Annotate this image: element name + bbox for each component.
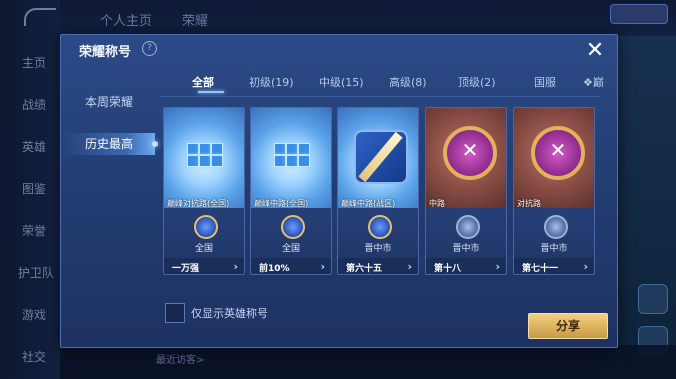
- title-card[interactable]: 中路 晋中市 第十八 ›: [425, 107, 507, 275]
- filter-tab-senior[interactable]: 高级(8): [389, 74, 427, 90]
- card-rank-bar: 一万强 ›: [164, 258, 244, 274]
- diamond-icon: ❖: [583, 76, 593, 89]
- dialog-title: 荣耀称号: [79, 45, 132, 60]
- rank-emblem-icon: [368, 215, 392, 239]
- chevron-right-icon[interactable]: ›: [233, 260, 238, 273]
- active-filter-indicator: [198, 91, 224, 93]
- rank-emblem-icon: [281, 215, 305, 239]
- card-region: 全国: [281, 244, 300, 254]
- chevron-right-icon[interactable]: ›: [320, 260, 325, 273]
- bg-nav-item[interactable]: 荣誉: [0, 222, 60, 239]
- recent-visitors-link[interactable]: 最近访客>: [156, 351, 204, 366]
- filter-tab-peak-label: 巅: [592, 76, 604, 89]
- card-art: [338, 108, 418, 208]
- bg-nav-item[interactable]: 护卫队: [0, 264, 60, 281]
- background-bottom-bar: 最近访客>: [60, 345, 676, 379]
- cube-icon: [274, 143, 310, 173]
- filter-tab-all[interactable]: 全部: [192, 74, 214, 90]
- filter-divider: [159, 96, 599, 97]
- title-card[interactable]: 巅峰中路(全国) 全国 前10% ›: [250, 107, 332, 275]
- bg-tab-honor[interactable]: 荣耀: [182, 10, 208, 29]
- card-art: [251, 108, 331, 208]
- share-button[interactable]: 分享: [528, 313, 608, 339]
- filter-tab-mid[interactable]: 中级(15): [319, 74, 364, 90]
- bg-nav-item[interactable]: 社交: [0, 348, 60, 365]
- sword-icon: [354, 130, 408, 184]
- bg-nav-item[interactable]: 英雄: [0, 138, 60, 155]
- rank-emblem-icon: [544, 215, 568, 239]
- chevron-right-icon[interactable]: ›: [583, 260, 588, 273]
- card-region: 全国: [194, 244, 213, 254]
- close-button[interactable]: ✕: [584, 40, 606, 62]
- title-card[interactable]: 对抗路 晋中市 第七十一 ›: [513, 107, 595, 275]
- filter-tab-top[interactable]: 顶级(2): [458, 74, 496, 90]
- card-rank: 前10%: [259, 264, 290, 274]
- chevron-right-icon[interactable]: ›: [407, 260, 412, 273]
- filter-tab-junior[interactable]: 初级(19): [249, 74, 294, 90]
- card-rank: 第六十五: [346, 264, 383, 274]
- rank-emblem-icon: [456, 215, 480, 239]
- cube-icon: [187, 143, 223, 173]
- bg-nav-item[interactable]: 战绩: [0, 96, 60, 113]
- bg-side-button[interactable]: [638, 284, 668, 314]
- card-rank: 第十八: [434, 264, 462, 274]
- title-card[interactable]: 巅峰对抗路(全国) 全国 一万强 ›: [163, 107, 245, 275]
- hero-title-only-label: 仅显示英雄称号: [191, 307, 268, 320]
- filter-tab-peak[interactable]: ❖巅: [583, 74, 604, 90]
- card-rank-bar: 第十八 ›: [426, 258, 506, 274]
- side-tab-weekly[interactable]: 本周荣耀: [61, 91, 155, 113]
- card-rank: 第七十一: [522, 264, 559, 274]
- help-icon[interactable]: ?: [142, 41, 157, 56]
- card-rank-bar: 第七十一 ›: [514, 258, 594, 274]
- bg-corner-button[interactable]: [610, 4, 668, 24]
- card-art: [514, 108, 594, 208]
- crossed-swords-badge-icon: [531, 126, 585, 180]
- honor-title-dialog: 荣耀称号 ? ✕ 本周荣耀 历史最高 全部 初级(19) 中级(15) 高级(8…: [60, 34, 618, 348]
- bg-nav-item[interactable]: 图鉴: [0, 180, 60, 197]
- crossed-swords-badge-icon: [443, 126, 497, 180]
- card-region: 晋中市: [364, 244, 392, 254]
- background-top-bar: 个人主页 荣耀: [60, 0, 676, 36]
- back-icon[interactable]: [24, 8, 56, 26]
- card-art: [426, 108, 506, 208]
- hero-title-only-checkbox[interactable]: [165, 303, 185, 323]
- card-rank: 一万强: [172, 264, 200, 274]
- bg-tab-profile[interactable]: 个人主页: [100, 10, 152, 29]
- card-region: 晋中市: [540, 244, 568, 254]
- card-region: 晋中市: [452, 244, 480, 254]
- card-rank-bar: 前10% ›: [251, 258, 331, 274]
- side-tab-history-best[interactable]: 历史最高: [61, 133, 158, 155]
- card-art: [164, 108, 244, 208]
- filter-tab-national[interactable]: 国服: [534, 74, 556, 90]
- title-card[interactable]: 巅峰中路(战区) 晋中市 第六十五 ›: [337, 107, 419, 275]
- rank-emblem-icon: [194, 215, 218, 239]
- card-rank-bar: 第六十五 ›: [338, 258, 418, 274]
- bg-nav-item[interactable]: 游戏: [0, 306, 60, 323]
- bg-nav-item[interactable]: 主页: [0, 54, 60, 71]
- chevron-right-icon[interactable]: ›: [495, 260, 500, 273]
